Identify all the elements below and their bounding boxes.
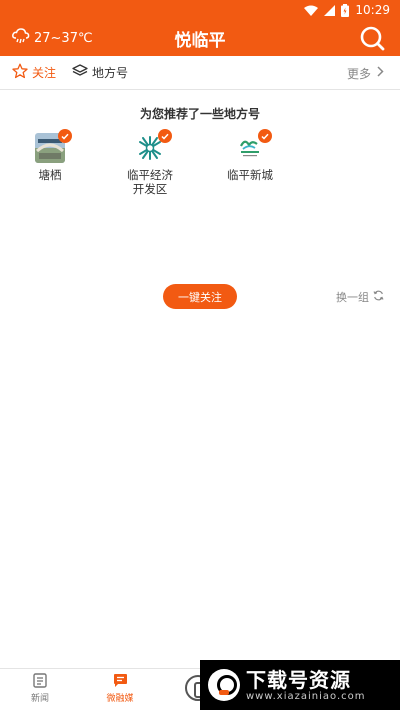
nav-micro-media[interactable]: 微融媒 bbox=[90, 673, 150, 704]
nav-news[interactable]: 新闻 bbox=[10, 673, 70, 704]
watermark-overlay: 下载号资源 www.xiazainiao.com bbox=[200, 660, 400, 710]
refresh-icon bbox=[369, 290, 384, 304]
nav-micro-media-label: 微融媒 bbox=[106, 694, 134, 704]
checked-icon bbox=[258, 129, 272, 143]
layers-icon bbox=[72, 63, 92, 82]
search-button[interactable] bbox=[358, 24, 386, 52]
news-icon bbox=[33, 673, 47, 688]
battery-icon bbox=[341, 3, 350, 17]
chevron-right-icon bbox=[371, 66, 384, 80]
recommend-item-label: 临平新城 bbox=[227, 168, 273, 182]
recommend-item-linping-economic-zone[interactable]: 临平经济 开发区 bbox=[105, 129, 195, 196]
search-icon bbox=[360, 26, 385, 51]
tab-local-accounts[interactable]: 地方号 bbox=[72, 63, 128, 82]
app-title: 悦临平 bbox=[174, 31, 226, 51]
recommend-item-linping-new-city[interactable]: 临平新城 bbox=[205, 129, 295, 182]
follow-all-button[interactable]: 一键关注 bbox=[163, 284, 237, 309]
tab-local-accounts-label: 地方号 bbox=[92, 66, 129, 80]
tab-bar: 关注 地方号 更多 bbox=[0, 56, 400, 90]
more-link[interactable]: 更多 bbox=[347, 56, 384, 90]
watermark-url: www.xiazainiao.com bbox=[246, 690, 366, 702]
wifi-icon bbox=[304, 5, 319, 16]
app-header: 27~37℃ 悦临平 bbox=[0, 20, 400, 56]
recommend-item-tangqi[interactable]: 塘栖 bbox=[5, 129, 95, 182]
star-icon bbox=[12, 63, 32, 82]
signal-icon bbox=[324, 4, 336, 16]
recommend-item-label: 临平经济 开发区 bbox=[127, 168, 173, 196]
chat-icon bbox=[113, 674, 127, 687]
tab-follow-label: 关注 bbox=[32, 66, 57, 80]
checked-icon bbox=[158, 129, 172, 143]
watermark-title: 下载号资源 bbox=[246, 667, 351, 692]
checked-icon bbox=[58, 129, 72, 143]
watermark-logo-icon bbox=[208, 669, 240, 701]
recommend-item-label: 塘栖 bbox=[38, 168, 62, 182]
swap-label: 换一组 bbox=[336, 291, 369, 304]
nav-news-label: 新闻 bbox=[30, 694, 49, 704]
tab-follow[interactable]: 关注 bbox=[12, 63, 56, 82]
status-time: 10:29 bbox=[355, 3, 390, 17]
swap-group-button[interactable]: 换一组 bbox=[336, 289, 384, 305]
recommend-heading: 为您推荐了一些地方号 bbox=[139, 107, 260, 121]
more-label: 更多 bbox=[346, 66, 371, 81]
status-bar: 10:29 bbox=[0, 0, 400, 20]
